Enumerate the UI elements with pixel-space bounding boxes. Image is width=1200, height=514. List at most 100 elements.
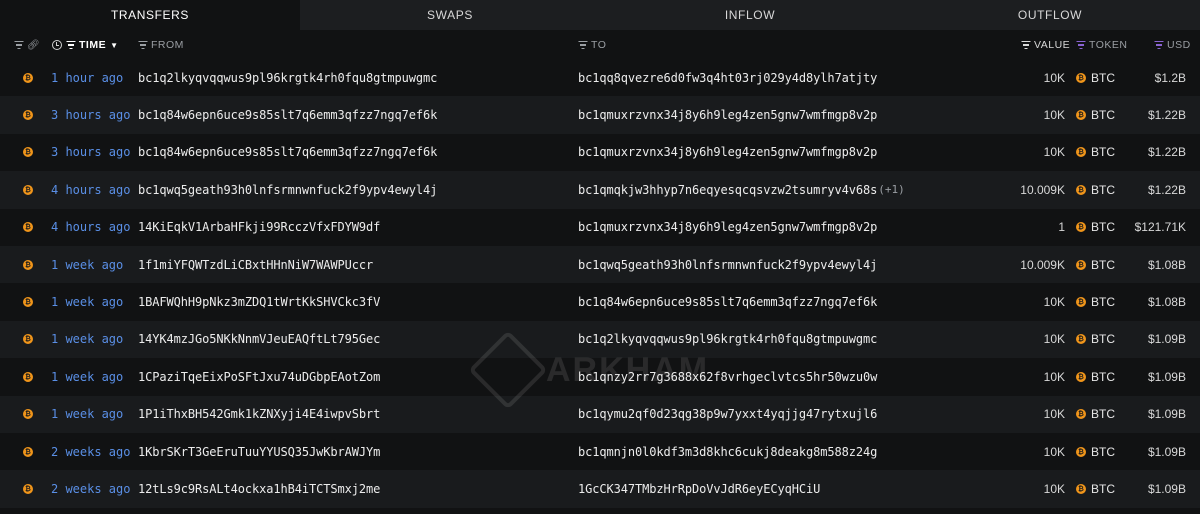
btc-token-icon: ₿ (1076, 483, 1086, 494)
usd-amount: $1.09B (1147, 369, 1186, 384)
table-row[interactable]: ₿ 1 week ago 1f1miYFQWTzdLiCBxtHHnNiW7WAWP… (0, 245, 1200, 284)
link-icon[interactable]: 🔗︎ (27, 40, 40, 51)
time-link[interactable]: 1 week ago (51, 358, 123, 395)
sort-caret-icon[interactable]: ▼ (110, 41, 118, 50)
time-link[interactable]: 2 weeks ago (51, 433, 130, 470)
token-cell[interactable]: ₿ BTC (1076, 59, 1115, 96)
column-header-token[interactable]: TOKEN (1076, 30, 1127, 60)
time-link[interactable]: 4 hours ago (51, 171, 130, 208)
to-filter-icon[interactable] (578, 41, 587, 49)
btc-token-icon: ₿ (1076, 409, 1086, 420)
to-address-cell: bc1q84w6epn6uce9s85slt7q6emm3qfzz7ngq7ef… (578, 283, 878, 320)
token-cell[interactable]: ₿ BTC (1076, 171, 1115, 208)
table-row[interactable]: ₿ 3 hours ago bc1q84w6epn6uce9s85slt7q6emm… (0, 96, 1200, 134)
value-filter-icon[interactable] (1021, 41, 1030, 49)
to-address[interactable]: bc1qq8qvezre6d0fw3q4ht03rj029y4d8ylh7atj… (578, 71, 877, 85)
chain-cell: ₿ (23, 358, 33, 395)
to-address[interactable]: bc1q84w6epn6uce9s85slt7q6emm3qfzz7ngq7ef… (578, 295, 877, 309)
from-address[interactable]: bc1q84w6epn6uce9s85slt7q6emm3qfzz7ngq7ef… (138, 96, 437, 133)
table-row[interactable]: ₿ 1 week ago 14YK4mzJGo5NKkNnmVJeuEAQftLt7… (0, 320, 1200, 359)
time-link[interactable]: 1 week ago (51, 396, 123, 433)
to-address-cell: bc1qmqkjw3hhyp7n6eqyesqcqsvzw2tsumryv4v6… (578, 171, 905, 208)
time-link[interactable]: 1 week ago (51, 246, 123, 283)
tab-swaps[interactable]: SWAPS (300, 0, 600, 30)
token-cell[interactable]: ₿ BTC (1076, 246, 1115, 283)
usd-amount: $1.09B (1147, 444, 1186, 459)
column-header-usd[interactable]: USD (1154, 30, 1191, 60)
time-link[interactable]: 4 hours ago (51, 209, 130, 246)
to-address-cell: bc1qmnjn0l0kdf3m3d8khc6cukj8deakg8m588z2… (578, 433, 878, 470)
to-address[interactable]: bc1qnzy2rr7g3688x62f8vrhgeclvtcs5hr50wzu… (578, 370, 877, 384)
to-address[interactable]: bc1qwq5geath93h0lnfsrmnwnfuck2f9ypv4ewyl… (578, 258, 877, 272)
time-link[interactable]: 1 hour ago (51, 59, 123, 96)
from-address[interactable]: bc1q2lkyqvqqwus9pl96krgtk4rh0fqu8gtmpuwg… (138, 59, 437, 96)
to-address[interactable]: bc1qmqkjw3hhyp7n6eqyesqcqsvzw2tsumryv4v6… (578, 183, 877, 197)
btc-token-icon: ₿ (1076, 110, 1086, 121)
tab-transfers[interactable]: TRANSFERS (0, 0, 300, 30)
from-address[interactable]: bc1q84w6epn6uce9s85slt7q6emm3qfzz7ngq7ef… (138, 134, 437, 171)
to-address-cell: bc1qq8qvezre6d0fw3q4ht03rj029y4d8ylh7atj… (578, 59, 878, 96)
table-row[interactable]: ₿ 1 week ago 1BAFWQhH9pNkz3mZDQ1tWrtKkSHVC… (0, 283, 1200, 321)
table-row[interactable]: ₿ 2 weeks ago 12tLs9c9RsALt4ockxa1hB4iTCTS… (0, 470, 1200, 508)
usd-amount: $1.22B (1147, 182, 1186, 197)
from-address[interactable]: 12tLs9c9RsALt4ockxa1hB4iTCTSmxj2me (138, 470, 380, 507)
to-address[interactable]: bc1qmuxrzvnx34j8y6h9leg4zen5gnw7wmfmgp8v… (578, 220, 877, 234)
to-address-cell: bc1qwq5geath93h0lnfsrmnwnfuck2f9ypv4ewyl… (578, 246, 878, 283)
column-header-to[interactable]: TO (578, 30, 606, 60)
usd-amount: $1.08B (1147, 257, 1186, 272)
token-cell[interactable]: ₿ BTC (1076, 134, 1115, 171)
token-cell[interactable]: ₿ BTC (1076, 358, 1115, 395)
time-link[interactable]: 2 weeks ago (51, 470, 130, 507)
to-address[interactable]: bc1qymu2qf0d23qg38p9w7yxxt4yqjjg47rytxuj… (578, 407, 877, 421)
from-filter-icon[interactable] (138, 41, 147, 49)
column-header-time[interactable]: TIME ▼ (52, 30, 119, 60)
token-cell[interactable]: ₿ BTC (1076, 209, 1115, 246)
from-address[interactable]: 1CPaziTqeEixPoSFtJxu74uDGbpEAotZom (138, 358, 380, 395)
from-address[interactable]: bc1qwq5geath93h0lnfsrmnwnfuck2f9ypv4ewyl… (138, 171, 437, 208)
value-amount: 10K (1043, 108, 1065, 123)
token-filter-icon[interactable] (1076, 41, 1085, 49)
table-row[interactable]: ₿ 4 hours ago 14KiEqkV1ArbaHFkji99RcczVfxF… (0, 208, 1200, 246)
to-address[interactable]: bc1qmuxrzvnx34j8y6h9leg4zen5gnw7wmfmgp8v… (578, 108, 877, 122)
table-row[interactable]: ₿ 1 hour ago bc1q2lkyqvqqwus9pl96krgtk4rh0… (0, 59, 1200, 97)
usd-filter-icon[interactable] (1154, 41, 1163, 49)
chain-cell: ₿ (23, 209, 33, 246)
chain-cell: ₿ (23, 96, 33, 133)
token-cell[interactable]: ₿ BTC (1076, 433, 1115, 470)
table-row[interactable]: ₿ 3 hours ago bc1q84w6epn6uce9s85slt7q6emm… (0, 133, 1200, 172)
table-row[interactable]: ₿ 2 weeks ago 1KbrSKrT3GeEruTuuYYUSQ35JwKb… (0, 432, 1200, 471)
column-header-to-label: TO (591, 39, 607, 51)
time-link[interactable]: 3 hours ago (51, 134, 130, 171)
time-link[interactable]: 3 hours ago (51, 96, 130, 133)
usd-amount: $1.22B (1147, 108, 1186, 123)
token-cell[interactable]: ₿ BTC (1076, 96, 1115, 133)
token-cell[interactable]: ₿ BTC (1076, 321, 1115, 358)
column-header-from[interactable]: FROM (138, 30, 184, 60)
table-row[interactable]: ₿ 4 hours ago bc1qwq5geath93h0lnfsrmnwnfuc… (0, 171, 1200, 209)
time-link[interactable]: 1 week ago (51, 283, 123, 320)
column-header-from-label: FROM (151, 39, 184, 51)
token-cell[interactable]: ₿ BTC (1076, 470, 1115, 507)
to-extra-count[interactable]: (+1) (878, 183, 905, 196)
btc-token-icon: ₿ (1076, 334, 1086, 345)
column-header-value[interactable]: VALUE (1021, 30, 1070, 60)
to-address[interactable]: 1GcCK347TMbzHrRpDoVvJdR6eyECyqHCiU (578, 482, 820, 496)
table-row[interactable]: ₿ 1 week ago 1P1iThxBH542Gmk1kZNXyji4E4iwp… (0, 395, 1200, 433)
time-link[interactable]: 1 week ago (51, 321, 123, 358)
table-row[interactable]: ₿ 1 week ago 1CPaziTqeEixPoSFtJxu74uDGbpEA… (0, 358, 1200, 396)
filter-icon[interactable] (14, 41, 23, 49)
to-address[interactable]: bc1qmuxrzvnx34j8y6h9leg4zen5gnw7wmfmgp8v… (578, 145, 877, 159)
token-cell[interactable]: ₿ BTC (1076, 283, 1115, 320)
from-address[interactable]: 1f1miYFQWTzdLiCBxtHHnNiW7WAWPUccr (138, 246, 373, 283)
tab-outflow[interactable]: OUTFLOW (900, 0, 1200, 30)
from-address[interactable]: 1P1iThxBH542Gmk1kZNXyji4E4iwpvSbrt (138, 396, 380, 433)
from-address[interactable]: 14KiEqkV1ArbaHFkji99RcczVfxFDYW9df (138, 209, 380, 246)
token-cell[interactable]: ₿ BTC (1076, 396, 1115, 433)
from-address[interactable]: 1BAFWQhH9pNkz3mZDQ1tWrtKkSHVCkc3fV (138, 283, 380, 320)
time-filter-icon[interactable] (66, 41, 75, 49)
tab-inflow[interactable]: INFLOW (600, 0, 900, 30)
to-address[interactable]: bc1q2lkyqvqqwus9pl96krgtk4rh0fqu8gtmpuwg… (578, 332, 877, 346)
from-address[interactable]: 1KbrSKrT3GeEruTuuYYUSQ35JwKbrAWJYm (138, 433, 380, 470)
to-address[interactable]: bc1qmnjn0l0kdf3m3d8khc6cukj8deakg8m588z2… (578, 445, 877, 459)
from-address[interactable]: 14YK4mzJGo5NKkNnmVJeuEAQftLt795Gec (138, 321, 380, 358)
